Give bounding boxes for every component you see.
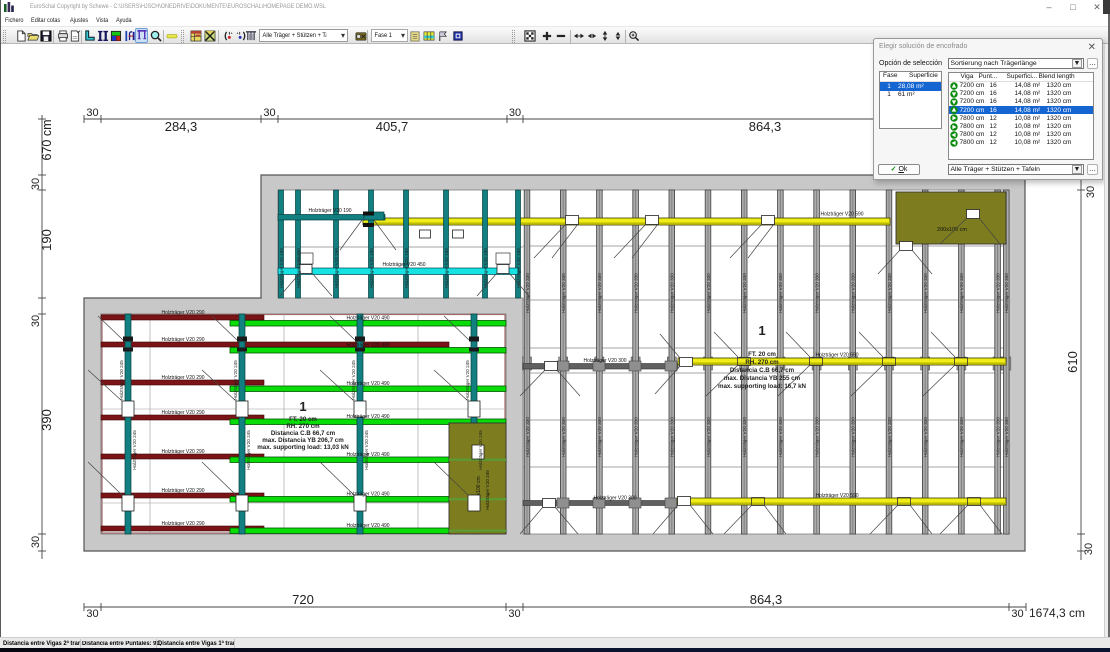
svg-text:Holzträger V20 330: Holzträger V20 330 xyxy=(851,417,856,457)
svg-text:Holzträger V20 245: Holzträger V20 245 xyxy=(485,470,490,510)
svg-text:864,3: 864,3 xyxy=(750,592,783,607)
svg-text:30: 30 xyxy=(263,107,275,119)
svg-text:Holzträger V20 290: Holzträger V20 290 xyxy=(161,521,204,527)
svg-text:Holzträger V20 330: Holzträger V20 330 xyxy=(995,417,1000,457)
svg-text:Holzträger V20 330: Holzträger V20 330 xyxy=(923,273,928,313)
svg-text:390: 390 xyxy=(39,409,54,431)
svg-text:30: 30 xyxy=(508,608,520,620)
svg-text:864,3: 864,3 xyxy=(749,119,782,134)
svg-text:Holzträger V20 330: Holzträger V20 330 xyxy=(959,417,964,457)
svg-text:max. supporting load: 13,03 kN: max. supporting load: 13,03 kN xyxy=(257,444,349,451)
svg-text:Holzträger V20 190: Holzträger V20 190 xyxy=(279,248,284,288)
svg-text:190: 190 xyxy=(39,229,54,251)
svg-text:max. Distancia YB 206,7 cm: max. Distancia YB 206,7 cm xyxy=(262,437,344,444)
svg-text:Holzträger V20 330: Holzträger V20 330 xyxy=(561,417,566,457)
svg-text:Holzträger V20 330: Holzträger V20 330 xyxy=(1004,417,1009,457)
svg-text:Holzträger V20 590: Holzträger V20 590 xyxy=(820,212,863,218)
svg-text:RH. 270 cm: RH. 270 cm xyxy=(286,423,320,430)
svg-text:Holzträger V20 490: Holzträger V20 490 xyxy=(346,492,389,498)
svg-text:Holzträger V20 290: Holzträger V20 290 xyxy=(161,410,204,416)
svg-text:Holzträger V20 190: Holzträger V20 190 xyxy=(516,248,521,288)
svg-text:Holzträger V20 330: Holzträger V20 330 xyxy=(814,417,819,457)
svg-text:Holzträger V20 490: Holzträger V20 490 xyxy=(346,414,389,420)
svg-text:Holzträger V20 330: Holzträger V20 330 xyxy=(706,273,711,313)
svg-text:Holzträger V20 330: Holzträger V20 330 xyxy=(995,273,1000,313)
svg-text:Holzträger V20 590: Holzträger V20 590 xyxy=(815,493,858,499)
svg-text:Holzträger V20 330: Holzträger V20 330 xyxy=(778,273,783,313)
svg-text:max. supporting load: 16,7 kN: max. supporting load: 16,7 kN xyxy=(718,383,807,390)
svg-text:Holzträger V20 330: Holzträger V20 330 xyxy=(561,273,566,313)
svg-text:Holzträger V20 330: Holzträger V20 330 xyxy=(525,273,530,313)
svg-text:Holzträger V20 330: Holzträger V20 330 xyxy=(633,273,638,313)
svg-text:Holzträger V20 190: Holzträger V20 190 xyxy=(483,248,488,288)
svg-text:Holzträger V20 330: Holzträger V20 330 xyxy=(706,417,711,457)
svg-text:Holzträger V20 190: Holzträger V20 190 xyxy=(404,248,409,288)
svg-text:Holzträger V20 245: Holzträger V20 245 xyxy=(233,360,238,400)
svg-text:Holzträger V20 290: Holzträger V20 290 xyxy=(161,375,204,381)
svg-text:Holzträger V20 245: Holzträger V20 245 xyxy=(364,430,369,470)
svg-text:Holzträger V20 330: Holzträger V20 330 xyxy=(742,417,747,457)
svg-text:30: 30 xyxy=(1011,608,1023,620)
svg-text:30: 30 xyxy=(86,107,98,119)
svg-text:30: 30 xyxy=(1083,543,1095,555)
svg-text:Holzträger V20 330: Holzträger V20 330 xyxy=(597,273,602,313)
svg-text:Holzträger V20 190: Holzträger V20 190 xyxy=(308,208,351,214)
svg-text:FT. 20 cm: FT. 20 cm xyxy=(289,416,317,423)
svg-text:30: 30 xyxy=(86,608,98,620)
svg-text:Holzträger V20 290: Holzträger V20 290 xyxy=(161,310,204,316)
svg-text:405,7: 405,7 xyxy=(376,119,409,134)
svg-text:Holzträger V20 290: Holzträger V20 290 xyxy=(161,488,204,494)
svg-text:610: 610 xyxy=(1065,351,1080,373)
svg-text:30: 30 xyxy=(1085,186,1097,198)
svg-text:Holzträger V20 300: Holzträger V20 300 xyxy=(593,496,636,502)
svg-text:Holzträger V20 245: Holzträger V20 245 xyxy=(465,360,470,400)
svg-text:Holzträger V20 330: Holzträger V20 330 xyxy=(887,273,892,313)
svg-text:1: 1 xyxy=(299,399,306,414)
svg-text:Distancia C.B 66,7 cm: Distancia C.B 66,7 cm xyxy=(271,430,336,437)
svg-text:Holzträger V20 330: Holzträger V20 330 xyxy=(887,417,892,457)
svg-text:Holzträger V20 245: Holzträger V20 245 xyxy=(351,360,356,400)
svg-text:1674,3 cm: 1674,3 cm xyxy=(1029,606,1085,620)
svg-text:Holzträger V20 245: Holzträger V20 245 xyxy=(132,430,137,470)
svg-text:Holzträger V20 245: Holzträger V20 245 xyxy=(478,430,483,470)
svg-text:30: 30 xyxy=(30,315,42,327)
svg-text:Holzträger V20 330: Holzträger V20 330 xyxy=(778,417,783,457)
svg-text:Holzträger V20 590: Holzträger V20 590 xyxy=(815,353,858,359)
svg-text:Holzträger V20 330: Holzträger V20 330 xyxy=(525,417,530,457)
svg-text:670 cm: 670 cm xyxy=(40,120,54,161)
svg-text:30: 30 xyxy=(30,536,42,548)
svg-text:Holzträger V20 490: Holzträger V20 490 xyxy=(346,523,389,529)
svg-text:max. Distancia YB 255 cm: max. Distancia YB 255 cm xyxy=(724,375,801,382)
svg-text:Holzträger V20 190: Holzträger V20 190 xyxy=(369,248,374,288)
svg-text:Holzträger V20 190: Holzträger V20 190 xyxy=(334,248,339,288)
svg-text:30: 30 xyxy=(509,107,521,119)
svg-text:FT. 20 cm: FT. 20 cm xyxy=(748,351,776,358)
svg-text:1: 1 xyxy=(758,323,765,338)
svg-text:Holzträger V20 490: Holzträger V20 490 xyxy=(346,316,389,322)
svg-text:Holzträger V20 290: Holzträger V20 290 xyxy=(161,337,204,343)
svg-text:720: 720 xyxy=(292,592,314,607)
svg-text:Holzträger V20 330: Holzträger V20 330 xyxy=(742,273,747,313)
svg-text:Holzträger V20 245: Holzträger V20 245 xyxy=(119,360,124,400)
svg-text:Holzträger V20 330: Holzträger V20 330 xyxy=(633,417,638,457)
svg-text:Holzträger V20 245: Holzträger V20 245 xyxy=(246,430,251,470)
svg-text:RH. 270 cm: RH. 270 cm xyxy=(745,359,779,366)
svg-text:284,3: 284,3 xyxy=(165,119,198,134)
svg-text:Holzträger V20 290: Holzträger V20 290 xyxy=(161,449,204,455)
svg-text:Holzträger V20 190: Holzträger V20 190 xyxy=(444,248,449,288)
svg-text:Holzträger V20 330: Holzträger V20 330 xyxy=(923,417,928,457)
svg-text:Holzträger V20 330: Holzträger V20 330 xyxy=(597,417,602,457)
svg-text:Holzträger V20 330: Holzträger V20 330 xyxy=(851,273,856,313)
svg-text:Holzträger V20 330: Holzträger V20 330 xyxy=(959,273,964,313)
svg-text:Holzträger V20 330: Holzträger V20 330 xyxy=(814,273,819,313)
svg-text:Distancia C.B 66,7 cm: Distancia C.B 66,7 cm xyxy=(730,367,795,374)
svg-text:Holzträger V20 330: Holzträger V20 330 xyxy=(1004,273,1009,313)
svg-text:30: 30 xyxy=(30,178,42,190)
svg-text:Holzträger V20 300: Holzträger V20 300 xyxy=(583,358,626,364)
svg-text:Holzträger V20 490: Holzträger V20 490 xyxy=(346,343,389,349)
svg-text:Holzträger V20 330: Holzträger V20 330 xyxy=(670,273,675,313)
svg-text:Holzträger V20 330: Holzträger V20 330 xyxy=(670,417,675,457)
svg-text:Holzträger V20 190: Holzträger V20 190 xyxy=(296,248,301,288)
